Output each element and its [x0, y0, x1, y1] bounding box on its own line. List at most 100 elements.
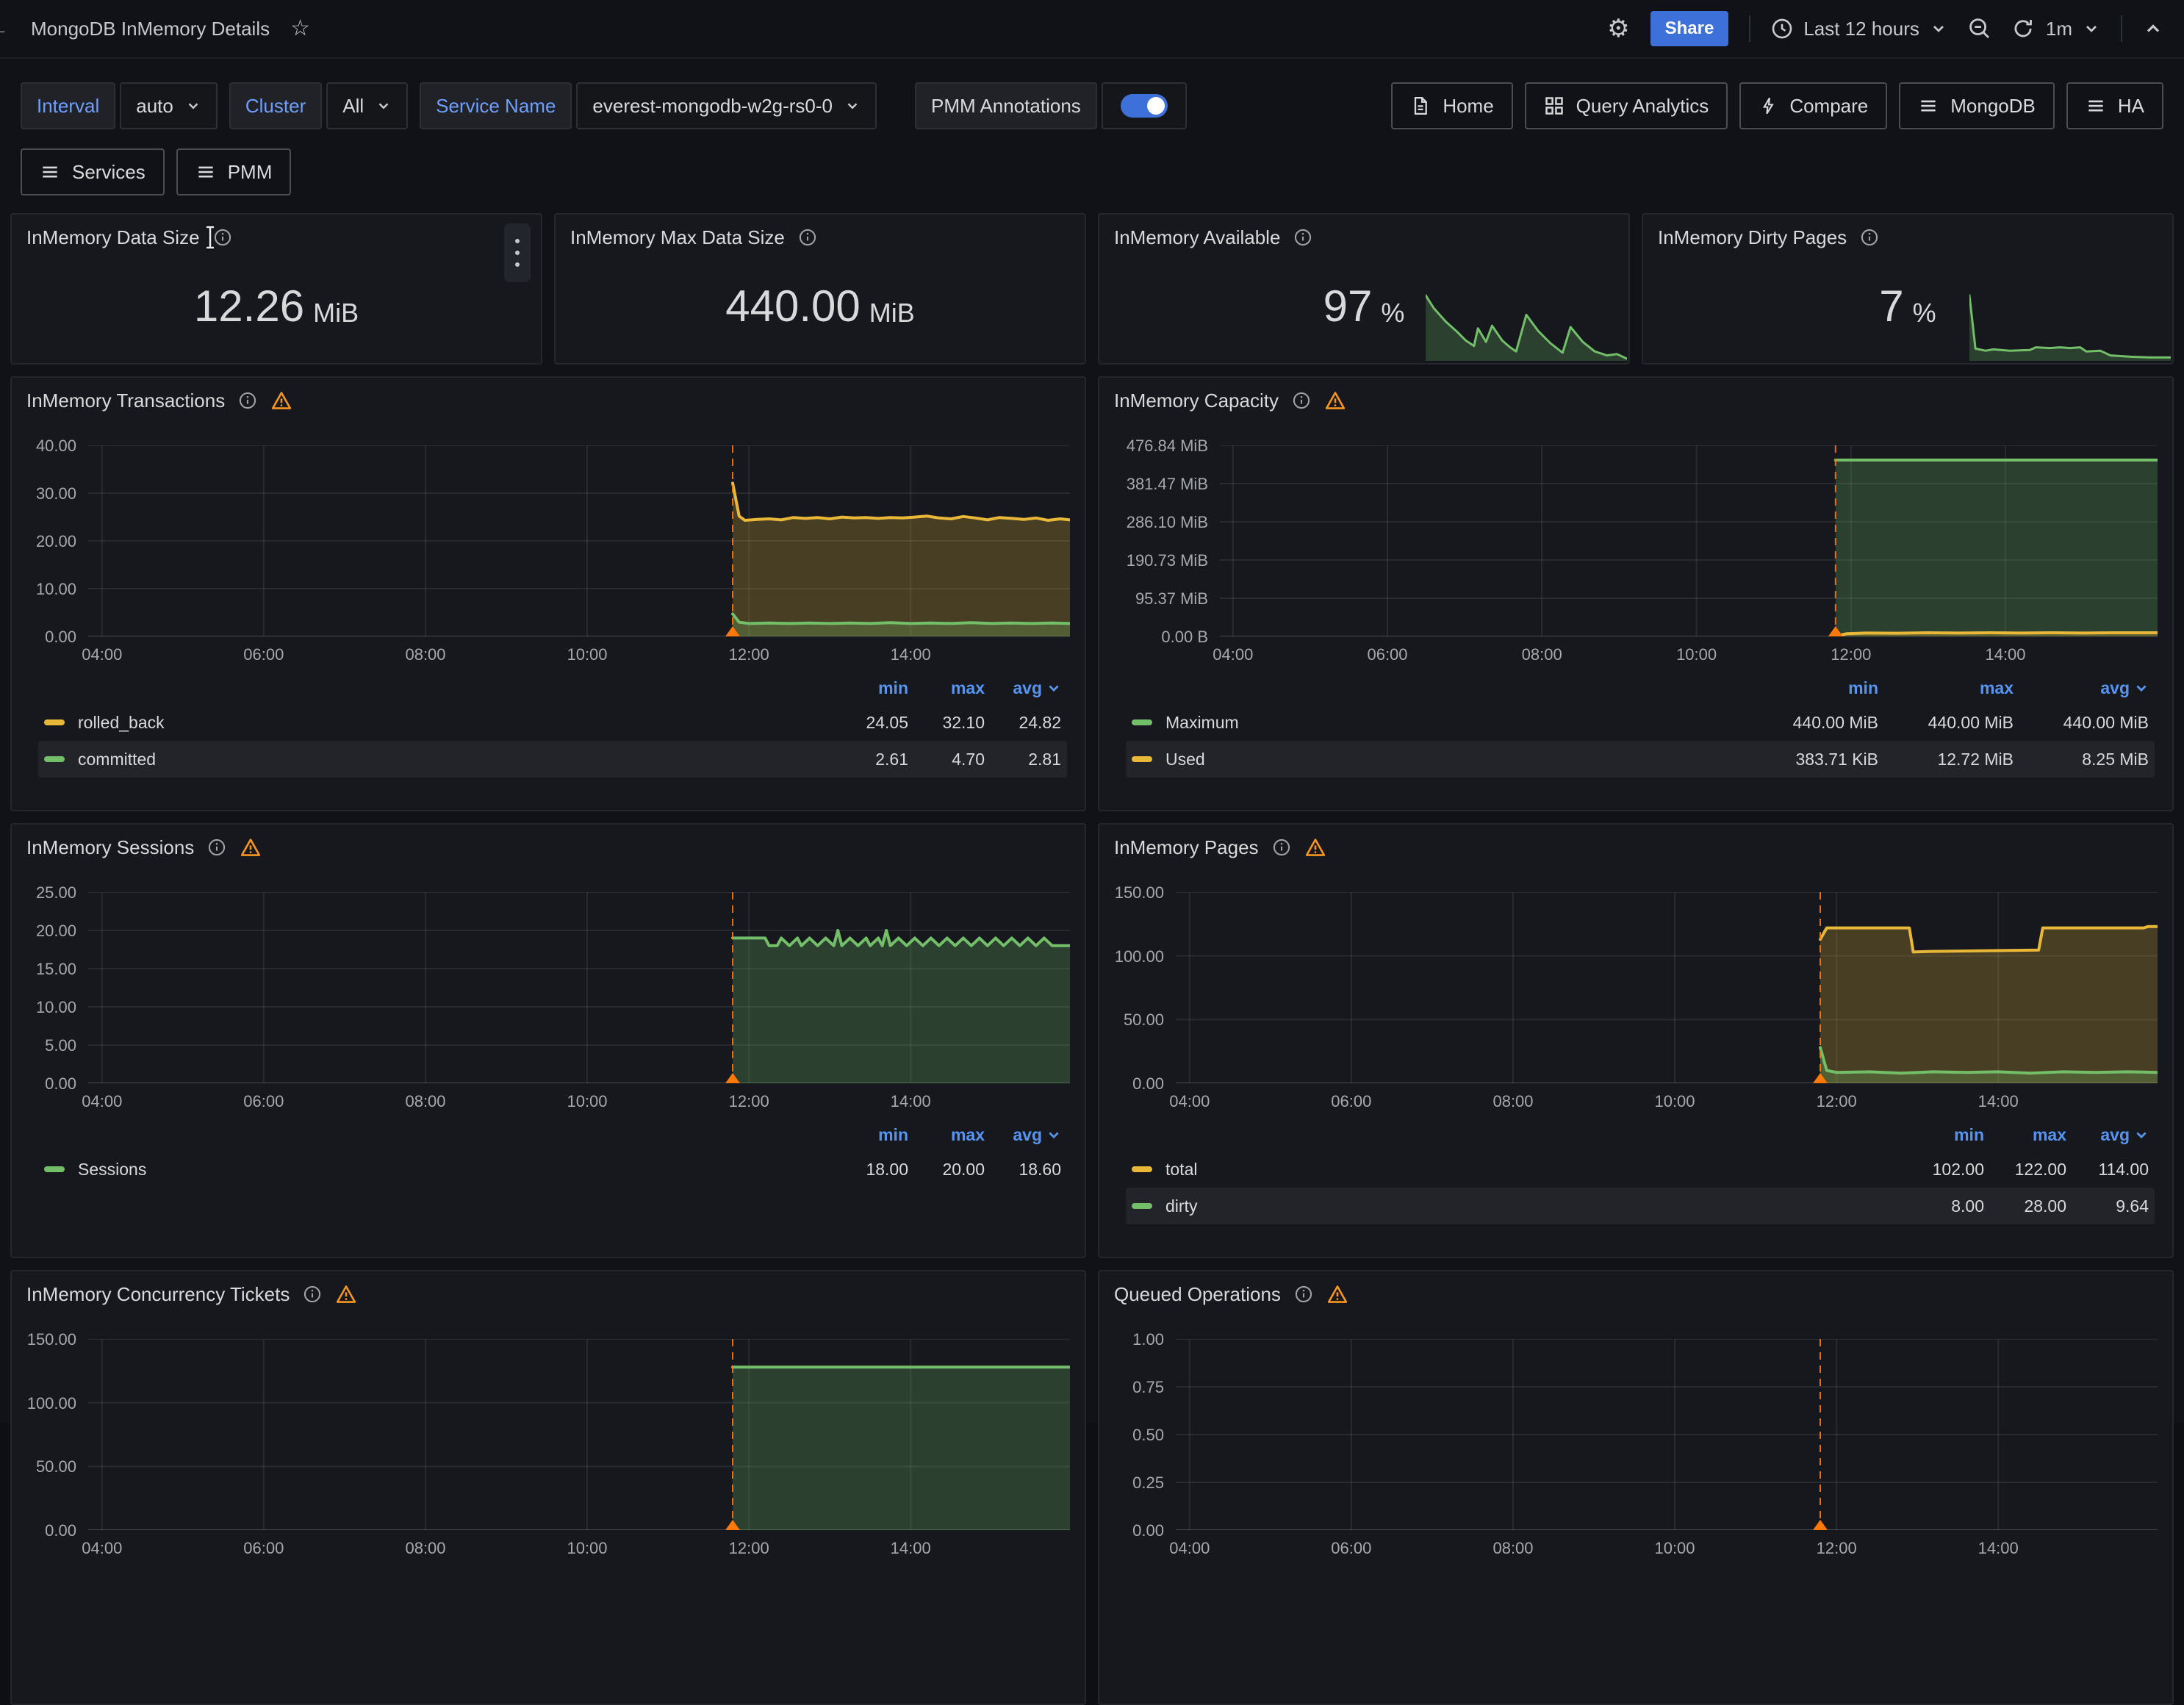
legend-sort-max[interactable]: max	[908, 1125, 985, 1145]
legend-sort-avg[interactable]: avg	[985, 678, 1061, 698]
legend-series-committed[interactable]: committed2.614.702.81	[38, 741, 1067, 778]
panel-title[interactable]: InMemory Capacity	[1114, 390, 1279, 412]
legend-sort-max[interactable]: max	[908, 678, 985, 698]
time-series-chart[interactable]: 25.0020.0015.0010.005.000.00 04:0006:000…	[12, 860, 1085, 1194]
panel-title[interactable]: InMemory Data Size	[26, 226, 200, 249]
panel-title[interactable]: InMemory Available	[1114, 226, 1280, 249]
time-series-chart[interactable]: 150.00100.0050.000.00 04:0006:0008:0010:…	[1099, 860, 2172, 1230]
warning-icon[interactable]	[240, 836, 262, 858]
panel-title[interactable]: Queued Operations	[1114, 1283, 1281, 1306]
warning-icon[interactable]	[1304, 836, 1326, 858]
info-icon[interactable]	[238, 391, 257, 410]
chart-canvas[interactable]	[1969, 293, 2171, 361]
back-arrow-icon[interactable]: ←	[0, 17, 10, 40]
query-analytics-button[interactable]: Query Analytics	[1525, 82, 1728, 129]
info-icon[interactable]	[1292, 391, 1311, 410]
refresh-interval-picker[interactable]: 1m	[2046, 18, 2100, 40]
warning-icon[interactable]	[335, 1283, 357, 1305]
panel-title[interactable]: InMemory Pages	[1114, 836, 1259, 859]
services-menu-button[interactable]: Services	[21, 148, 165, 195]
chart-canvas[interactable]	[1426, 293, 1627, 361]
chart-canvas[interactable]	[88, 1339, 1070, 1530]
chart-canvas[interactable]	[88, 892, 1070, 1083]
series-name[interactable]: total	[1165, 1160, 1197, 1180]
service-name-select[interactable]: everest-mongodb-w2g-rs0-0	[576, 82, 877, 129]
panel-title[interactable]: InMemory Transactions	[26, 390, 225, 412]
chart-canvas[interactable]	[1220, 445, 2158, 636]
ha-menu-button[interactable]: HA	[2066, 82, 2163, 129]
series-swatch	[1132, 719, 1152, 725]
time-series-chart[interactable]: 476.84 MiB381.47 MiB286.10 MiB190.73 MiB…	[1099, 413, 2172, 783]
info-icon[interactable]	[1272, 838, 1291, 857]
plot-area[interactable]	[1176, 892, 2158, 1083]
pmm-annotations-toggle[interactable]	[1102, 82, 1187, 129]
series-name[interactable]: Sessions	[78, 1160, 146, 1180]
legend-sort-avg[interactable]: avg	[2014, 678, 2149, 698]
legend-sort-min[interactable]: min	[1743, 678, 1878, 698]
chart-canvas[interactable]	[1176, 892, 2158, 1083]
chevron-up-icon[interactable]	[2143, 18, 2163, 39]
kebab-icon[interactable]	[504, 223, 531, 282]
legend-sort-max[interactable]: max	[1878, 678, 2014, 698]
series-name[interactable]: rolled_back	[78, 713, 165, 733]
mongodb-menu-button[interactable]: MongoDB	[1899, 82, 2055, 129]
plot-area[interactable]	[88, 445, 1070, 636]
cluster-select[interactable]: All	[326, 82, 408, 129]
series-stat-value: 12.72 MiB	[1878, 750, 2014, 769]
time-range-picker[interactable]: Last 12 hours	[1771, 18, 1947, 40]
time-series-chart[interactable]: 150.00100.0050.000.00 04:0006:0008:0010:…	[12, 1307, 1085, 1568]
chart-canvas[interactable]	[1176, 1339, 2158, 1530]
plot-area[interactable]	[88, 892, 1070, 1083]
legend-sort-min[interactable]: min	[1902, 1125, 1984, 1145]
info-icon[interactable]	[1860, 228, 1879, 247]
series-name[interactable]: Used	[1165, 750, 1205, 769]
series-name[interactable]: dirty	[1165, 1196, 1197, 1216]
legend-sort-avg[interactable]: avg	[985, 1125, 1061, 1145]
y-axis-label: 150.00	[1115, 883, 1164, 902]
info-icon[interactable]	[1294, 1285, 1313, 1304]
legend-sort-min[interactable]: min	[832, 1125, 908, 1145]
warning-icon[interactable]	[270, 390, 292, 412]
gear-icon[interactable]: ⚙	[1607, 16, 1629, 41]
plot-area[interactable]	[88, 1339, 1070, 1530]
legend-sort-min[interactable]: min	[832, 678, 908, 698]
legend-sort-avg[interactable]: avg	[2066, 1125, 2149, 1145]
panel-title[interactable]: InMemory Dirty Pages	[1658, 226, 1847, 249]
plot-area[interactable]	[1176, 1339, 2158, 1530]
home-button[interactable]: Home	[1391, 82, 1512, 129]
dashboard-title[interactable]: MongoDB InMemory Details	[31, 18, 270, 40]
series-name[interactable]: Maximum	[1165, 713, 1239, 733]
warning-icon[interactable]	[1326, 1283, 1348, 1305]
legend-sort-max[interactable]: max	[1984, 1125, 2066, 1145]
chart-canvas[interactable]	[88, 445, 1070, 636]
star-icon[interactable]: ☆	[290, 18, 310, 40]
compare-button[interactable]: Compare	[1739, 82, 1887, 129]
time-series-chart[interactable]: 1.000.750.500.250.00 04:0006:0008:0010:0…	[1099, 1307, 2172, 1568]
panel-title[interactable]: InMemory Max Data Size	[570, 226, 785, 249]
share-button[interactable]: Share	[1650, 11, 1729, 46]
panel-title[interactable]: InMemory Concurrency Tickets	[26, 1283, 290, 1306]
legend-series-Sessions[interactable]: Sessions18.0020.0018.60	[38, 1151, 1067, 1188]
info-icon[interactable]	[303, 1285, 322, 1304]
zoom-out-icon[interactable]	[1968, 17, 1991, 40]
panel-title[interactable]: InMemory Sessions	[26, 836, 194, 859]
warning-icon[interactable]	[1324, 390, 1346, 412]
legend-series-Used[interactable]: Used383.71 KiB12.72 MiB8.25 MiB	[1126, 741, 2155, 778]
time-series-chart[interactable]: 40.0030.0020.0010.000.00 04:0006:0008:00…	[12, 413, 1085, 783]
legend-series-dirty[interactable]: dirty8.0028.009.64	[1126, 1188, 2155, 1224]
refresh-icon[interactable]	[2012, 18, 2034, 40]
series-name[interactable]: committed	[78, 750, 156, 769]
info-icon[interactable]	[1293, 228, 1312, 247]
chevron-down-icon	[185, 98, 201, 114]
toggle-switch[interactable]	[1121, 94, 1168, 118]
x-axis-label: 14:00	[1966, 1539, 2030, 1558]
pmm-menu-button[interactable]: PMM	[176, 148, 292, 195]
legend-series-Maximum[interactable]: Maximum440.00 MiB440.00 MiB440.00 MiB	[1126, 704, 2155, 741]
info-icon[interactable]	[213, 228, 232, 247]
info-icon[interactable]	[207, 838, 226, 857]
info-icon[interactable]	[798, 228, 817, 247]
plot-area[interactable]	[1220, 445, 2158, 636]
legend-series-rolled_back[interactable]: rolled_back24.0532.1024.82	[38, 704, 1067, 741]
legend-series-total[interactable]: total102.00122.00114.00	[1126, 1151, 2155, 1188]
interval-select[interactable]: auto	[120, 82, 218, 129]
